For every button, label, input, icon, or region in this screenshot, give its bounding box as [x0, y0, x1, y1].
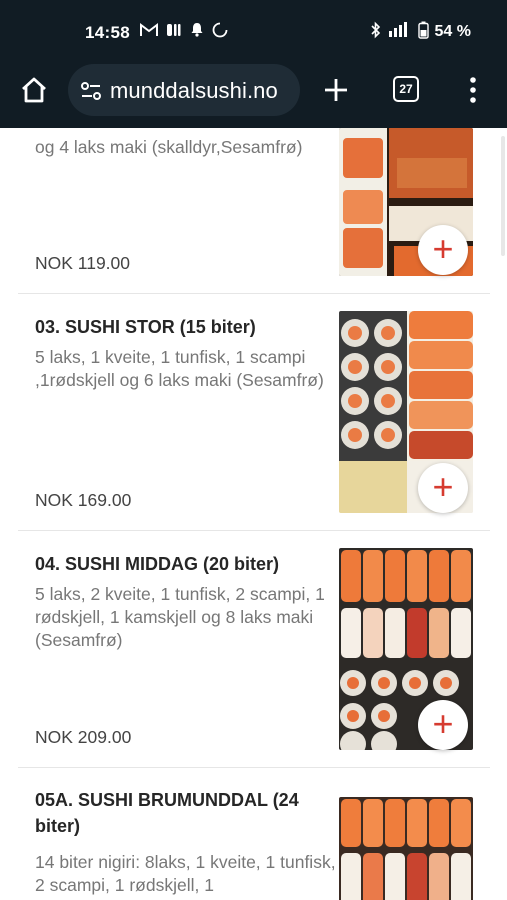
notification-icons [140, 22, 228, 42]
menu-item-04[interactable]: 04. SUSHI MIDDAG (20 biter) 5 laks, 2 kv… [18, 531, 490, 767]
item-price: NOK 209.00 [35, 727, 132, 747]
new-tab-icon[interactable] [320, 74, 352, 106]
status-time: 14:58 [85, 23, 130, 42]
add-to-cart-button[interactable]: + [418, 225, 468, 275]
plus-icon: + [432, 465, 454, 507]
add-to-cart-button[interactable]: + [418, 463, 468, 513]
media-icon [166, 22, 182, 43]
gmail-icon [140, 22, 158, 42]
menu-item-05a[interactable]: 05A. SUSHI BRUMUNDDAL (24 biter) 14 bite… [18, 768, 490, 900]
item-title: 05A. SUSHI BRUMUNDDAL (24 biter) [35, 790, 299, 836]
item-price: NOK 169.00 [35, 490, 132, 510]
item-title: 03. SUSHI STOR (15 biter) [35, 317, 256, 337]
url-text: munddalsushi.no [110, 78, 278, 103]
item-description: og 4 laks maki (skalldyr,Sesamfrø) [35, 137, 303, 157]
menu-item-03[interactable]: 03. SUSHI STOR (15 biter) 5 laks, 1 kvei… [18, 294, 490, 530]
bell-icon [190, 22, 204, 42]
battery-icon [417, 21, 429, 44]
battery-percent: 54 % [434, 23, 471, 40]
system-icons: 54 % [370, 21, 471, 44]
home-icon[interactable] [18, 74, 50, 106]
item-description: 5 laks, 2 kveite, 1 tunfisk, 2 scampi, 1… [35, 584, 325, 650]
item-title: 04. SUSHI MIDDAG (20 biter) [35, 554, 280, 574]
sync-icon [212, 22, 228, 43]
site-settings-icon[interactable] [79, 79, 103, 103]
scrollbar[interactable] [501, 136, 505, 256]
tabs-icon[interactable]: 27 [393, 76, 419, 102]
menu-item-02[interactable]: og 4 laks maki (skalldyr,Sesamfrø) NOK 1… [18, 128, 490, 293]
menu-list[interactable]: og 4 laks maki (skalldyr,Sesamfrø) NOK 1… [0, 128, 507, 900]
item-price: NOK 119.00 [35, 253, 131, 273]
add-to-cart-button[interactable]: + [418, 700, 468, 750]
browser-toolbar: munddalsushi.no 27 [0, 58, 507, 128]
item-description: 5 laks, 1 kveite, 1 tunfisk, 1 scampi ,1… [35, 347, 324, 390]
signal-icon [388, 21, 412, 43]
plus-icon: + [432, 702, 454, 744]
status-bar: 14:58 54 % [0, 0, 507, 58]
bluetooth-icon [370, 21, 382, 44]
item-photo [339, 797, 473, 900]
address-bar[interactable]: munddalsushi.no [68, 64, 300, 116]
item-description: 14 biter nigiri: 8laks, 1 kveite, 1 tunf… [35, 852, 336, 895]
plus-icon: + [432, 227, 454, 269]
menu-icon[interactable] [462, 74, 484, 106]
